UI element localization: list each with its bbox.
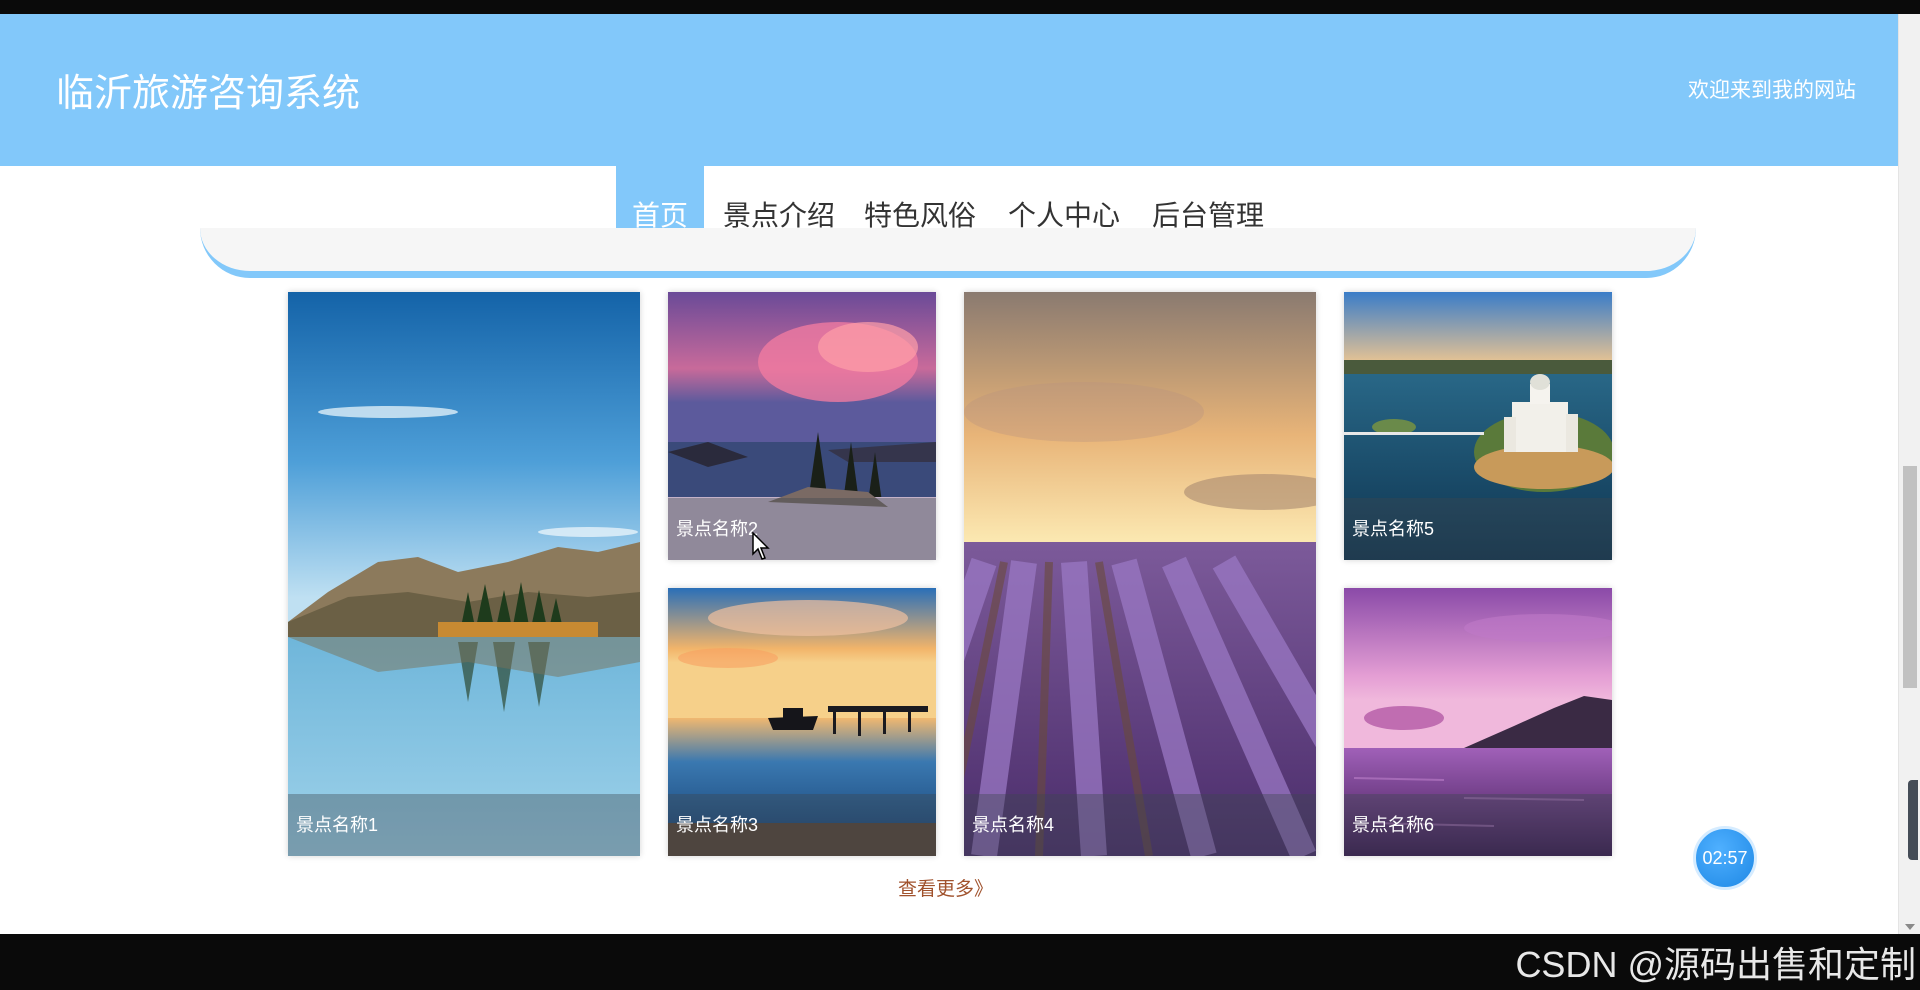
site-title[interactable]: 临沂旅游咨询系统 <box>56 62 360 117</box>
welcome-text: 欢迎来到我的网站 <box>1688 79 1856 102</box>
mouse-cursor-icon <box>752 532 770 560</box>
decorative-arc-divider <box>200 228 1696 278</box>
card-caption: 景点名称1 <box>288 794 640 856</box>
scroll-down-arrow-icon[interactable] <box>1905 924 1915 930</box>
card-caption: 景点名称3 <box>668 794 936 856</box>
gallery-card[interactable]: 景点名称6 <box>1344 588 1612 856</box>
side-panel-handle[interactable] <box>1908 780 1918 860</box>
scenery-image <box>288 292 640 856</box>
watermark-text: CSDN @源码出售和定制 <box>1515 944 1916 985</box>
card-caption: 景点名称5 <box>1344 498 1612 560</box>
top-black-bar <box>0 0 1920 14</box>
scrollbar-thumb[interactable] <box>1903 466 1917 688</box>
card-caption: 景点名称4 <box>964 794 1316 856</box>
gallery-card[interactable]: 景点名称1 <box>288 292 640 856</box>
gallery-card[interactable]: 景点名称4 <box>964 292 1316 856</box>
gallery-card[interactable]: 景点名称2 <box>668 292 936 560</box>
scenery-image <box>964 292 1316 856</box>
card-caption: 景点名称2 <box>668 498 936 560</box>
gallery-card[interactable]: 景点名称3 <box>668 588 936 856</box>
site-header: 临沂旅游咨询系统 欢迎来到我的网站 <box>0 14 1898 166</box>
view-more-link[interactable]: 查看更多》 <box>898 874 993 901</box>
timer-badge[interactable]: 02:57 <box>1693 826 1757 890</box>
gallery-card[interactable]: 景点名称5 <box>1344 292 1612 560</box>
card-caption: 景点名称6 <box>1344 794 1612 856</box>
